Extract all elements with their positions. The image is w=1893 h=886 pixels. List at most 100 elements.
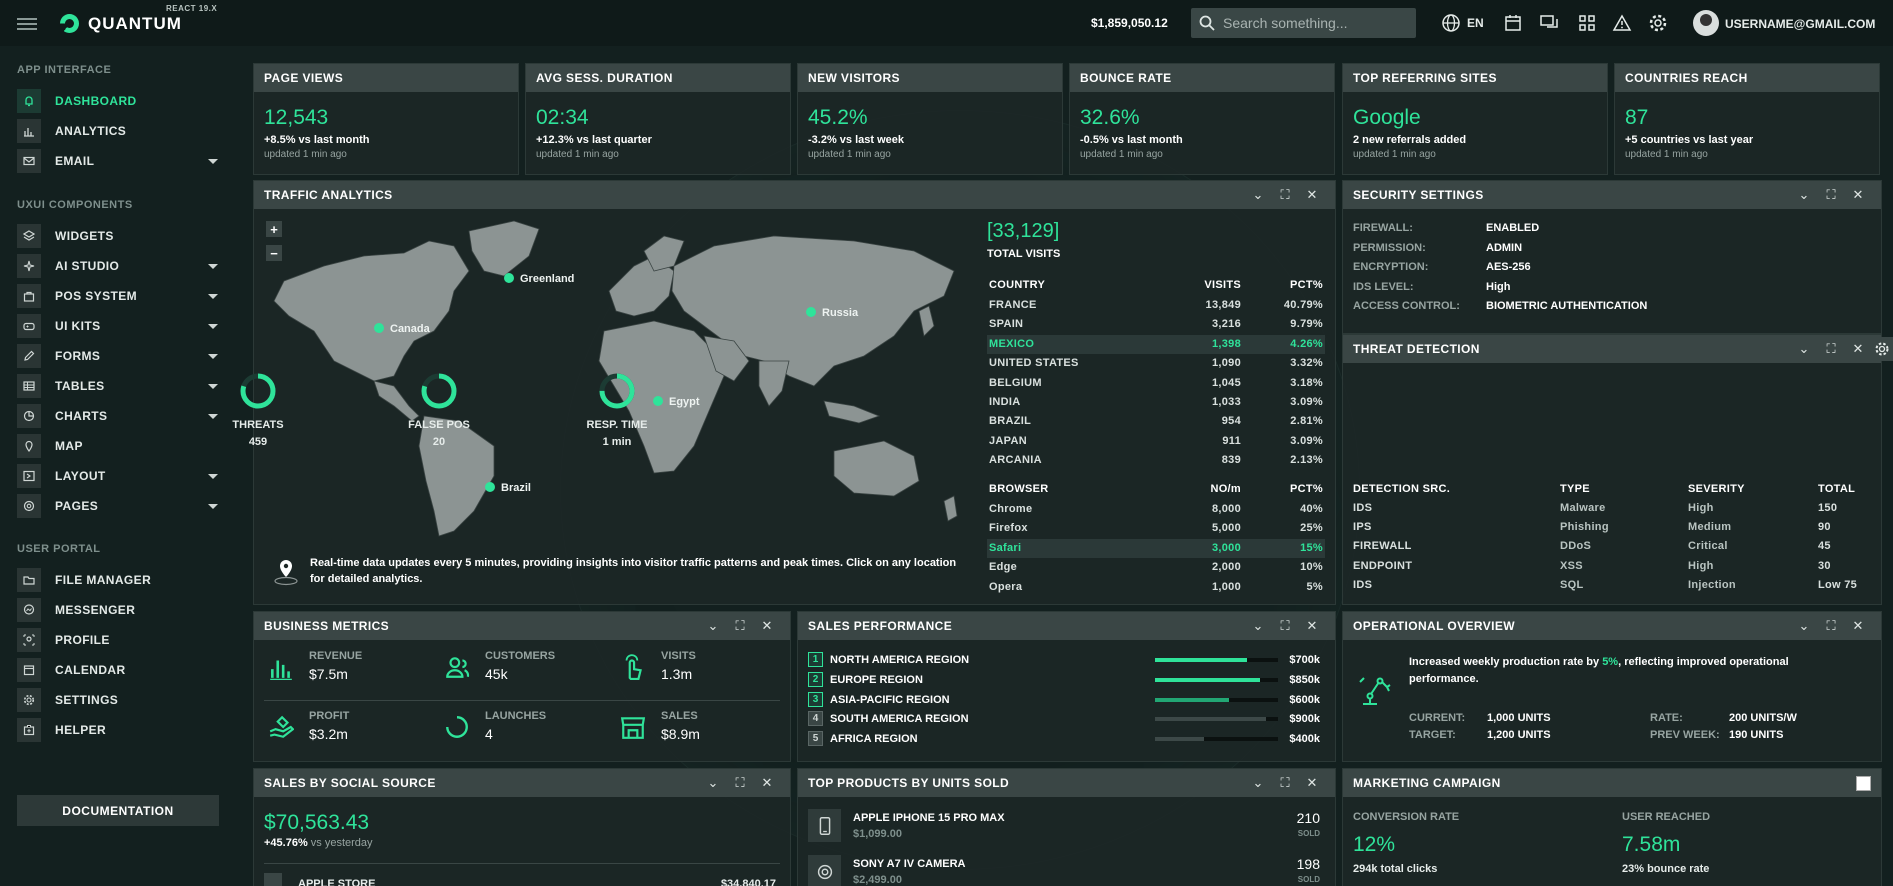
sidebar-item-label: EMAIL — [55, 154, 95, 168]
panel-checkbox[interactable] — [1856, 776, 1871, 791]
language-selector[interactable]: EN — [1467, 16, 1484, 30]
search-input[interactable] — [1223, 15, 1403, 31]
brand-name: QUANTUM — [88, 14, 182, 33]
expand-icon[interactable]: ⛶ — [731, 617, 749, 635]
sales-row[interactable]: 2 EUROPE REGION $850k — [808, 671, 1328, 689]
expand-icon[interactable]: ⛶ — [1276, 186, 1294, 204]
warning-icon[interactable] — [1611, 12, 1633, 34]
product-row[interactable]: APPLE IPHONE 15 PRO MAX $1,099.00 210 SOLD — [808, 809, 1328, 849]
menu-toggle-icon[interactable] — [17, 18, 37, 30]
table-row[interactable]: BELGIUM 1,045 3.18% — [987, 374, 1325, 393]
sidebar-item-helper[interactable]: HELPER — [17, 717, 220, 743]
table-row[interactable]: INDIA 1,033 3.09% — [987, 393, 1325, 412]
sidebar-item-map[interactable]: MAP — [17, 433, 220, 459]
table-row[interactable]: ENDPOINT XSS High 30 — [1353, 558, 1873, 577]
chevron-down-icon[interactable]: ⌄ — [1249, 774, 1267, 792]
table-cell: 3,000 — [1211, 541, 1241, 554]
table-row[interactable]: Safari 3,000 15% — [987, 538, 1325, 559]
sidebar-item-profile[interactable]: PROFILE — [17, 627, 220, 653]
table-row[interactable]: BRAZIL 954 2.81% — [987, 412, 1325, 431]
sidebar-item-dashboard[interactable]: DASHBOARD — [17, 88, 220, 114]
table-row[interactable]: ARCANIA 839 2.13% — [987, 451, 1325, 470]
search-box[interactable] — [1191, 8, 1416, 38]
expand-icon[interactable]: ⛶ — [1822, 617, 1840, 635]
close-icon[interactable]: ✕ — [1303, 617, 1321, 635]
apps-grid-icon[interactable] — [1576, 12, 1598, 34]
documentation-button[interactable]: DOCUMENTATION — [17, 795, 219, 826]
username[interactable]: USERNAME@GMAIL.COM — [1725, 17, 1875, 31]
table-row[interactable]: IDS SQL Injection Low 75 — [1353, 577, 1873, 596]
table-row[interactable]: JAPAN 911 3.09% — [987, 432, 1325, 451]
expand-icon[interactable]: ⛶ — [1276, 617, 1294, 635]
sidebar-item-analytics[interactable]: ANALYTICS — [17, 118, 220, 144]
close-icon[interactable]: ✕ — [1849, 617, 1867, 635]
chevron-down-icon[interactable]: ⌄ — [704, 774, 722, 792]
chevron-down-icon[interactable]: ⌄ — [1795, 186, 1813, 204]
table-row[interactable]: Edge 2,000 10% — [987, 558, 1325, 577]
chat-icon[interactable] — [1539, 12, 1561, 34]
sidebar-item-tables[interactable]: TABLES — [17, 373, 220, 399]
table-row[interactable]: FRANCE 13,849 40.79% — [987, 296, 1325, 315]
expand-icon[interactable]: ⛶ — [731, 774, 749, 792]
expand-icon[interactable]: ⛶ — [1276, 774, 1294, 792]
close-icon[interactable]: ✕ — [758, 774, 776, 792]
sales-row[interactable]: 4 SOUTH AMERICA REGION $900k — [808, 710, 1328, 728]
settings-gear-icon[interactable] — [1647, 12, 1669, 34]
sidebar-item-ai-studio[interactable]: AI STUDIO — [17, 253, 220, 279]
sidebar-item-widgets[interactable]: WIDGETS — [17, 223, 220, 249]
robot-arm-icon — [1357, 672, 1393, 708]
sidebar-item-pages[interactable]: PAGES — [17, 493, 220, 519]
sidebar-item-messenger[interactable]: MESSENGER — [17, 597, 220, 623]
table-cell: 2.81% — [1290, 415, 1323, 428]
sidebar-item-charts[interactable]: CHARTS — [17, 403, 220, 429]
close-icon[interactable]: ✕ — [1303, 186, 1321, 204]
table-row[interactable]: UNITED STATES 1,090 3.32% — [987, 354, 1325, 373]
customizer-gear-icon[interactable] — [1870, 337, 1893, 361]
chevron-down-icon[interactable]: ⌄ — [1249, 186, 1267, 204]
sales-row[interactable]: 1 NORTH AMERICA REGION $700k — [808, 651, 1328, 669]
bar-chart-icon — [270, 660, 292, 680]
sidebar-item-file-manager[interactable]: FILE MANAGER — [17, 567, 220, 593]
sidebar-item-pos-system[interactable]: POS SYSTEM — [17, 283, 220, 309]
table-row[interactable]: Opera 1,000 5% — [987, 578, 1325, 597]
chevron-down-icon[interactable]: ⌄ — [1795, 340, 1813, 358]
map-marker-brazil — [485, 482, 495, 492]
close-icon[interactable]: ✕ — [1303, 774, 1321, 792]
expand-icon[interactable]: ⛶ — [1822, 186, 1840, 204]
calendar-icon[interactable] — [1502, 12, 1524, 34]
threat-detection-panel: THREAT DETECTION ⌄ ⛶ ✕ THREATS 459 FALSE P… — [232, 334, 1882, 605]
table-row[interactable]: Chrome 8,000 40% — [987, 500, 1325, 519]
stat-card: PAGE VIEWS 12,543 +8.5% vs last month updat… — [253, 63, 519, 175]
sidebar-item-layout[interactable]: LAYOUT — [17, 463, 220, 489]
sales-row[interactable]: 5 AFRICA REGION $400k — [808, 730, 1328, 748]
hand-money-icon — [269, 715, 294, 738]
chevron-down-icon[interactable]: ⌄ — [1795, 617, 1813, 635]
sales-row[interactable]: 3 ASIA-PACIFIC REGION $600k — [808, 691, 1328, 709]
table-header-cell: SEVERITY — [1688, 483, 1745, 495]
sidebar-item-email[interactable]: EMAIL — [17, 148, 220, 174]
table-row[interactable]: SPAIN 3,216 9.79% — [987, 315, 1325, 334]
table-row[interactable]: MEXICO 1,398 4.26% — [987, 334, 1325, 355]
table-row[interactable]: IPS Phishing Medium 90 — [1353, 519, 1873, 538]
chevron-down-icon[interactable]: ⌄ — [1249, 617, 1267, 635]
business-metric: REVENUE $7.5m — [264, 646, 434, 696]
sidebar-item-forms[interactable]: FORMS — [17, 343, 220, 369]
sidebar-item-ui-kits[interactable]: UI KITS — [17, 313, 220, 339]
sidebar-item-calendar[interactable]: CALENDAR — [17, 657, 220, 683]
close-icon[interactable]: ✕ — [758, 617, 776, 635]
expand-icon[interactable]: ⛶ — [1822, 340, 1840, 358]
globe-icon[interactable] — [1440, 12, 1462, 34]
sidebar-item-settings[interactable]: SETTINGS — [17, 687, 220, 713]
table-cell: IPS — [1353, 521, 1372, 534]
table-row[interactable]: Firefox 5,000 25% — [987, 519, 1325, 538]
close-icon[interactable]: ✕ — [1849, 340, 1867, 358]
chevron-down-icon[interactable]: ⌄ — [704, 617, 722, 635]
progress-bar — [1155, 737, 1278, 742]
table-cell: 1,045 — [1211, 376, 1241, 389]
security-key: PERMISSION: — [1353, 241, 1426, 254]
product-row[interactable]: SONY A7 IV CAMERA $2,499.00 198 SOLD — [808, 855, 1328, 886]
table-row[interactable]: FIREWALL DDoS Critical 45 — [1353, 538, 1873, 557]
close-icon[interactable]: ✕ — [1849, 186, 1867, 204]
avatar[interactable] — [1693, 10, 1719, 36]
table-row[interactable]: IDS Malware High 150 — [1353, 500, 1873, 519]
